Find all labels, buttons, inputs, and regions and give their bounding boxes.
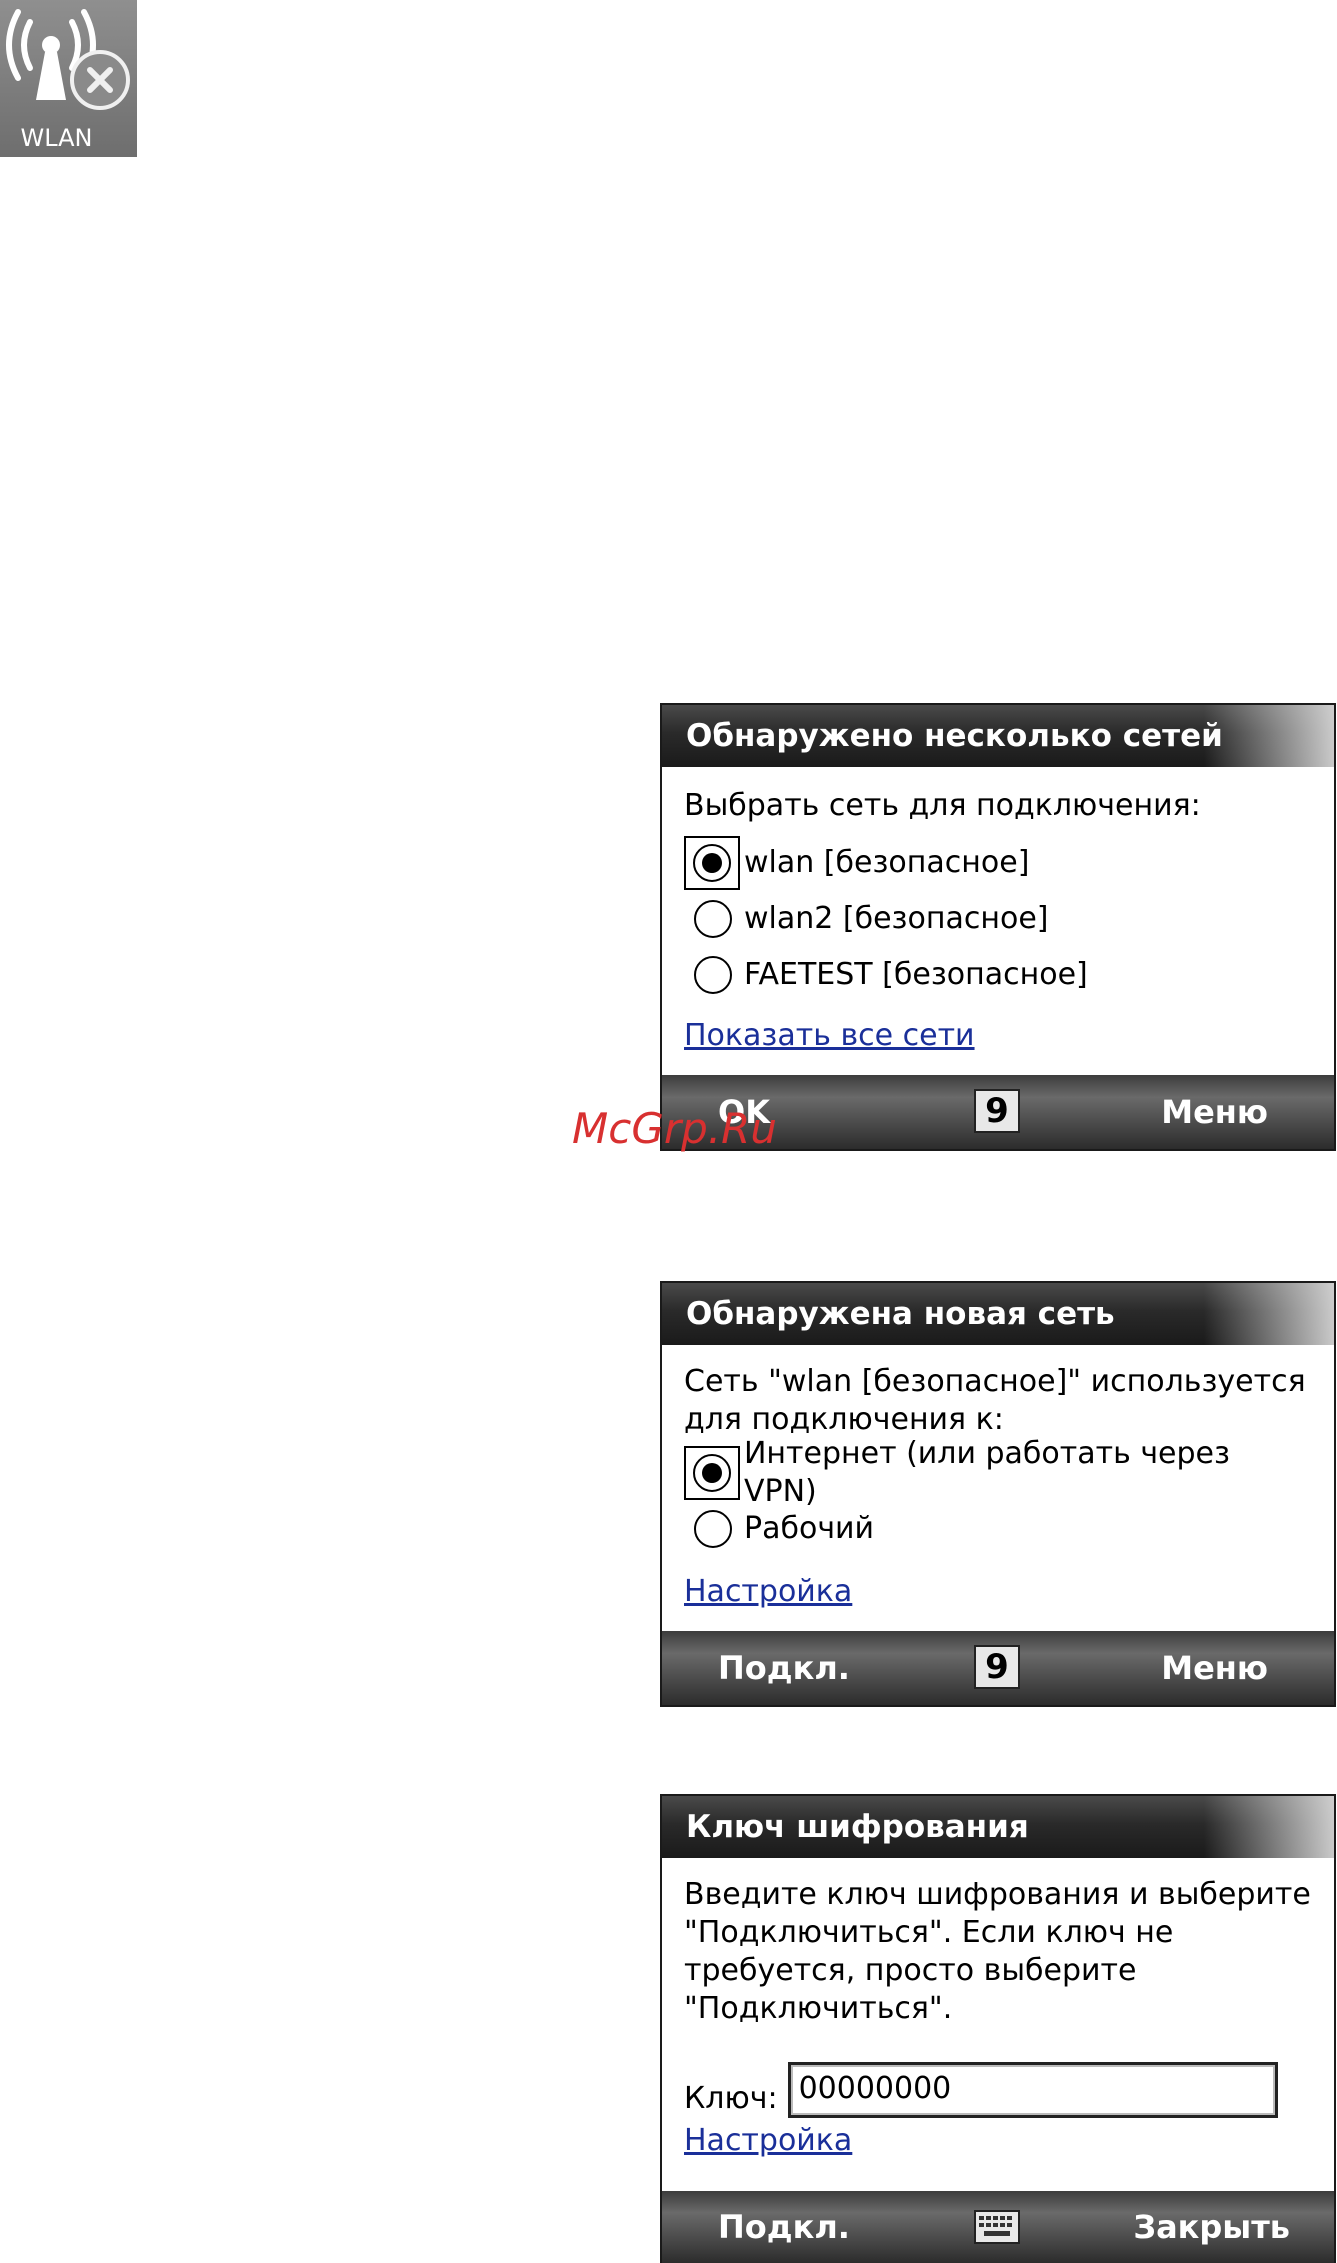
dialog-title: Ключ шифрования bbox=[662, 1796, 1334, 1858]
radio-frame bbox=[684, 891, 742, 947]
network-prompt: Выбрать сеть для подключения: bbox=[684, 788, 1201, 823]
key-label: Ключ: bbox=[684, 2081, 778, 2116]
input-mode-icon[interactable]: 9 bbox=[974, 1645, 1020, 1689]
instruction-line-1: Введите ключ шифрования и выберите bbox=[684, 1877, 1311, 1912]
key-row: Ключ: 00000000 bbox=[684, 2062, 1312, 2118]
wlan-icon-label: WLAN bbox=[20, 124, 93, 152]
settings-link[interactable]: Настройка bbox=[684, 2123, 852, 2158]
input-mode-icon[interactable]: 9 bbox=[974, 1089, 1020, 1133]
show-all-networks-link[interactable]: Показать все сети bbox=[684, 1018, 975, 1053]
option-label: Интернет (или работать через VPN) bbox=[743, 1436, 1230, 1509]
prompt-line-1: Сеть "wlan [безопасное]" используется bbox=[684, 1364, 1306, 1399]
radio-focus-frame bbox=[684, 1446, 740, 1500]
multiple-networks-dialog: Обнаружено несколько сетей Выбрать сеть … bbox=[660, 703, 1336, 1151]
settings-link[interactable]: Настройка bbox=[684, 1574, 852, 1609]
radio-button-icon[interactable] bbox=[694, 1510, 732, 1548]
radio-button-icon[interactable] bbox=[693, 844, 731, 882]
network-option-faetest[interactable]: FAETEST [безопасное] bbox=[684, 947, 1312, 1003]
network-option-wlan2[interactable]: wlan2 [безопасное] bbox=[684, 891, 1312, 947]
radio-button-icon[interactable] bbox=[694, 900, 732, 938]
new-network-dialog: Обнаружена новая сеть Сеть "wlan [безопа… bbox=[660, 1281, 1336, 1707]
menu-softkey[interactable]: Меню bbox=[1161, 1075, 1268, 1149]
network-label: FAETEST [безопасное] bbox=[744, 957, 1088, 992]
menu-softkey[interactable]: Меню bbox=[1161, 1631, 1268, 1705]
network-label: wlan2 [безопасное] bbox=[744, 901, 1049, 936]
radio-frame bbox=[684, 1501, 742, 1557]
network-option-wlan[interactable]: wlan [безопасное] bbox=[684, 835, 1312, 891]
option-label: Рабочий bbox=[744, 1511, 875, 1546]
keyboard-icon[interactable] bbox=[974, 2205, 1020, 2249]
connect-softkey[interactable]: Подкл. bbox=[718, 2191, 850, 2263]
softkey-bar: Подкл. 9 Меню bbox=[662, 1631, 1334, 1705]
radio-button-icon[interactable] bbox=[694, 956, 732, 994]
instruction-line-4: "Подключиться". bbox=[684, 1991, 953, 2026]
wlan-icon[interactable]: WLAN bbox=[0, 0, 137, 157]
key-input[interactable]: 00000000 bbox=[787, 2062, 1278, 2118]
encryption-key-dialog: Ключ шифрования Введите ключ шифрования … bbox=[660, 1794, 1336, 2263]
network-label: wlan [безопасное] bbox=[744, 845, 1030, 880]
option-internet[interactable]: Интернет (или работать через VPN) bbox=[684, 1436, 1312, 1509]
dialog-title: Обнаружена новая сеть bbox=[662, 1283, 1334, 1345]
connect-softkey[interactable]: Подкл. bbox=[718, 1631, 850, 1705]
radio-frame bbox=[684, 947, 742, 1003]
radio-focus-frame bbox=[684, 836, 740, 890]
instruction-line-3: требуется, просто выберите bbox=[684, 1953, 1137, 1988]
softkey-bar: Подкл. Закрыть bbox=[662, 2191, 1334, 2263]
close-softkey[interactable]: Закрыть bbox=[1133, 2191, 1290, 2263]
radio-button-icon[interactable] bbox=[692, 1454, 731, 1492]
instruction-line-2: "Подключиться". Если ключ не bbox=[684, 1915, 1174, 1950]
dialog-title: Обнаружено несколько сетей bbox=[662, 705, 1334, 767]
prompt-line-2: для подключения к: bbox=[684, 1402, 1004, 1437]
watermark: McGrp.Ru bbox=[572, 1104, 777, 1153]
